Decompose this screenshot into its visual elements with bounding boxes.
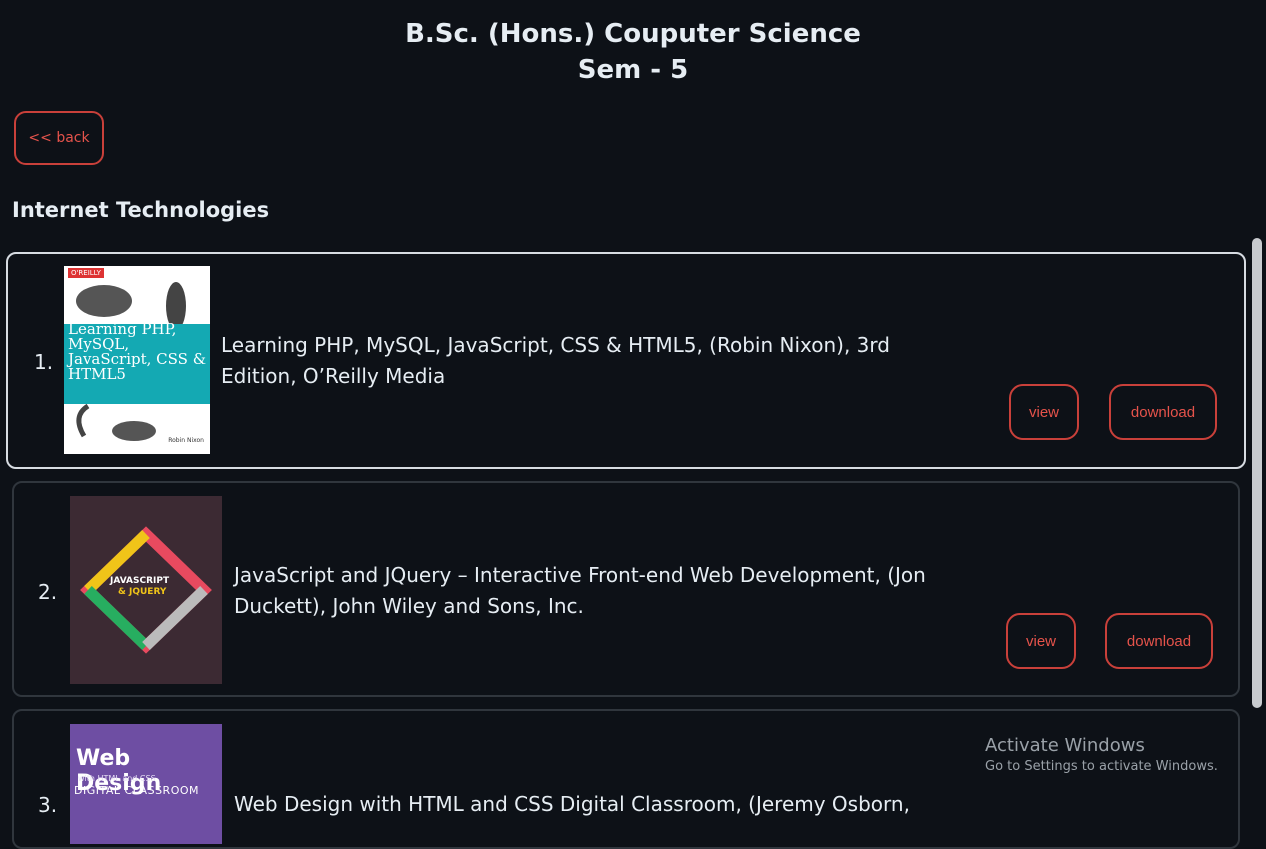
section-title: Internet Technologies	[12, 198, 270, 222]
scrollbar-thumb[interactable]	[1252, 238, 1262, 708]
book-number: 1.	[34, 350, 54, 374]
cover-text2: & JQUERY	[118, 587, 167, 597]
cover-text2: with HTML and CSS	[78, 774, 156, 783]
book-card-3[interactable]: 3. Web Design with HTML and CSS DIGITAL …	[12, 709, 1240, 849]
book-cover-image: O'REILLY Learning PHP, MySQL, JavaScript…	[64, 266, 210, 454]
cover-title: Learning PHP, MySQL, JavaScript, CSS & H…	[68, 320, 207, 383]
book-card-2[interactable]: 2. JAVASCRIPT & JQUERY JavaScript and JQ…	[12, 481, 1240, 697]
page-title-line1: B.Sc. (Hons.) Couputer Science	[405, 19, 861, 49]
book-title: JavaScript and JQuery – Interactive Fron…	[234, 563, 926, 618]
book-title: Learning PHP, MySQL, JavaScript, CSS & H…	[221, 333, 890, 388]
book-title: Web Design with HTML and CSS Digital Cla…	[234, 792, 910, 816]
watermark-line1: Activate Windows	[985, 735, 1145, 756]
view-button[interactable]: view	[1006, 613, 1076, 669]
book-card-1[interactable]: 1. O'REILLY Learning PHP, MySQL, JavaScr…	[6, 252, 1246, 469]
cover-author: Robin Nixon	[168, 437, 204, 444]
page-title: B.Sc. (Hons.) Couputer Science Sem - 5	[0, 16, 1266, 88]
windows-activation-watermark: Activate Windows Go to Settings to activ…	[985, 735, 1218, 774]
download-button[interactable]: download	[1109, 384, 1217, 440]
view-button[interactable]: view	[1009, 384, 1079, 440]
back-button[interactable]: << back	[14, 111, 104, 165]
book-cover-image: Web Design with HTML and CSS DIGITAL CLA…	[70, 724, 222, 844]
cover-text3: DIGITAL CLASSROOM	[74, 784, 199, 797]
book-number: 2.	[38, 580, 58, 604]
book-cover-image: JAVASCRIPT & JQUERY	[70, 496, 222, 684]
cover-text1: JAVASCRIPT	[110, 576, 170, 586]
download-button[interactable]: download	[1105, 613, 1213, 669]
page-title-line2: Sem - 5	[577, 55, 689, 85]
book-number: 3.	[38, 793, 58, 817]
watermark-line2: Go to Settings to activate Windows.	[985, 759, 1218, 774]
